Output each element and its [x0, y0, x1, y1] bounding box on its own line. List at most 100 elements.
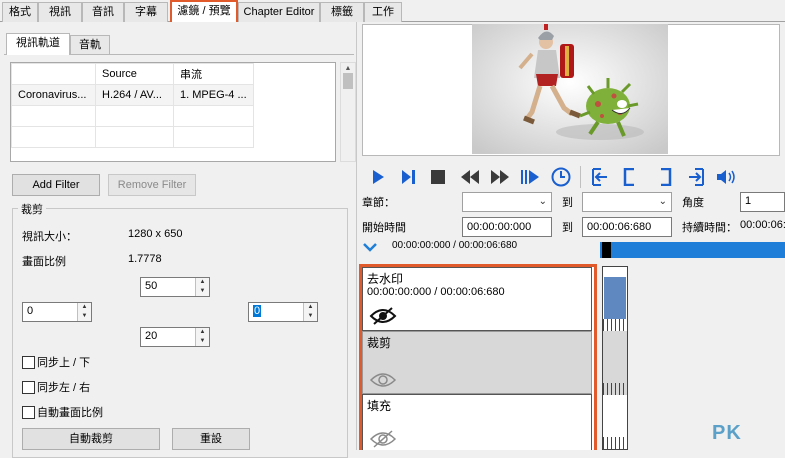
fast-forward-icon[interactable] [488, 165, 512, 189]
tab-format[interactable]: 格式 [2, 2, 38, 22]
checkbox-label: 同步左 / 右 [37, 382, 91, 394]
end-time-input[interactable]: 00:00:06:680 [582, 217, 672, 237]
tab-subtitle[interactable]: 字幕 [124, 2, 168, 22]
auto-crop-button[interactable]: 自動裁剪 [22, 428, 160, 450]
table-cell: H.264 / AV... [95, 84, 174, 106]
crop-bottom-stepper[interactable]: 20 ▲ ▼ [140, 327, 210, 347]
aspect-ratio-value: 1.7778 [128, 253, 162, 265]
eye-icon[interactable] [369, 370, 397, 393]
tab-label: 濾鏡 / 預覽 [177, 5, 231, 17]
column-header [11, 63, 96, 85]
tab-chapter-editor[interactable]: Chapter Editor [238, 2, 320, 22]
filter-card-pad[interactable]: 填充 [362, 394, 592, 450]
ruler-ticks [603, 383, 627, 395]
volume-icon[interactable] [714, 165, 738, 189]
ruler-ticks [603, 319, 627, 331]
chapter-end-select[interactable]: ⌄ [582, 192, 672, 212]
control-separator [580, 166, 581, 188]
filter-range-bar[interactable] [604, 277, 626, 319]
start-time-label: 開始時間 [362, 222, 406, 234]
column-header[interactable]: 串流 [173, 63, 254, 85]
filter-title: 填充 [367, 399, 392, 413]
chevron-down-icon: ⌄ [538, 196, 547, 207]
subtab-label: 音軌 [79, 39, 101, 51]
sync-left-right-checkbox[interactable]: 同步左 / 右 [22, 379, 90, 395]
set-start-marker-icon[interactable] [618, 165, 642, 189]
go-to-end-marker-icon[interactable] [684, 165, 708, 189]
step-forward-icon[interactable] [518, 165, 542, 189]
table-cell: 1. MPEG-4 ... [173, 84, 254, 106]
table-row [11, 105, 254, 127]
timeline-progress-bar[interactable] [600, 242, 785, 258]
to-label: 到 [562, 222, 573, 234]
tab-video[interactable]: 視訊 [38, 2, 82, 22]
crop-top-stepper[interactable]: 50 ▲ ▼ [140, 277, 210, 297]
stepper-down-icon[interactable]: ▼ [196, 337, 209, 346]
checkbox-box[interactable] [22, 355, 35, 369]
tab-label: 工作 [372, 6, 394, 18]
checkbox-label: 自動畫面比例 [37, 407, 103, 419]
table-row[interactable]: Coronavirus... H.264 / AV... 1. MPEG-4 .… [11, 84, 254, 106]
track-table-scrollbar[interactable]: ▲ [340, 62, 356, 162]
filter-card-watermark[interactable]: 去水印 00:00:00:000 / 00:00:06:680 [362, 267, 592, 331]
sync-top-bottom-checkbox[interactable]: 同步上 / 下 [22, 354, 90, 370]
filter-title: 去水印 [367, 272, 404, 286]
remove-filter-button[interactable]: Remove Filter [108, 174, 196, 196]
tab-jobs[interactable]: 工作 [364, 2, 402, 22]
set-end-marker-icon[interactable] [654, 165, 678, 189]
play-icon[interactable] [366, 165, 390, 189]
column-header[interactable]: Source [95, 63, 174, 85]
chevron-down-icon: ⌄ [658, 196, 667, 207]
play-next-frame-icon[interactable] [396, 165, 420, 189]
checkbox-box[interactable] [22, 405, 35, 419]
stepper-value: 0 [27, 305, 34, 317]
video-size-value: 1280 x 650 [128, 228, 183, 240]
timeline-playhead[interactable] [602, 242, 611, 258]
tab-audio[interactable]: 音訊 [82, 2, 124, 22]
reset-button[interactable]: 重設 [172, 428, 250, 450]
scroll-up-arrow-icon[interactable]: ▲ [343, 65, 353, 73]
tab-label: 格式 [9, 6, 31, 18]
stepper-up-icon[interactable]: ▲ [78, 303, 91, 312]
scrollbar-thumb[interactable] [343, 73, 353, 89]
add-filter-button[interactable]: Add Filter [12, 174, 100, 196]
stepper-down-icon[interactable]: ▼ [78, 312, 91, 321]
stepper-down-icon[interactable]: ▼ [196, 287, 209, 296]
timeline-time-readout: 00:00:00:000 / 00:00:06:680 [392, 240, 518, 251]
stepper-value: 0 [253, 305, 262, 317]
crop-left-stepper[interactable]: 0 ▲ ▼ [22, 302, 92, 322]
stepper-up-icon[interactable]: ▲ [304, 303, 317, 312]
subtab-label: 視訊軌道 [16, 37, 60, 49]
subtab-video-tracks[interactable]: 視訊軌道 [6, 33, 70, 55]
stepper-up-icon[interactable]: ▲ [196, 328, 209, 337]
ruler-ticks [603, 437, 627, 449]
chapter-start-select[interactable]: ⌄ [462, 192, 552, 212]
stepper-down-icon[interactable]: ▼ [304, 312, 317, 321]
clock-icon[interactable] [549, 165, 573, 189]
table-header-row: Source 串流 [11, 63, 254, 85]
go-to-start-marker-icon[interactable] [588, 165, 612, 189]
auto-aspect-checkbox[interactable]: 自動畫面比例 [22, 404, 103, 420]
tab-tags[interactable]: 標籤 [320, 2, 364, 22]
chapter-label: 章節： [362, 197, 395, 209]
tab-filter-preview[interactable]: 濾鏡 / 預覽 [170, 0, 238, 22]
stepper-up-icon[interactable]: ▲ [196, 278, 209, 287]
stepper-value: 20 [145, 330, 158, 342]
eye-slash-icon[interactable] [369, 429, 397, 452]
aspect-ratio-label: 畫面比例 [22, 256, 66, 268]
table-cell: Coronavirus... [11, 84, 96, 106]
checkbox-box[interactable] [22, 380, 35, 394]
to-label: 到 [562, 197, 573, 209]
expand-chevron-icon[interactable] [362, 238, 378, 254]
filter-card-crop[interactable]: 裁剪 [362, 331, 592, 394]
video-size-label: 視訊大小： [22, 231, 77, 243]
eye-slash-icon[interactable] [369, 306, 397, 329]
crop-right-stepper[interactable]: 0 ▲ ▼ [248, 302, 318, 322]
subtab-audio-tracks[interactable]: 音軌 [70, 35, 110, 55]
filter-timeline-track [602, 266, 628, 450]
stop-icon[interactable] [426, 165, 450, 189]
start-time-input[interactable]: 00:00:00:000 [462, 217, 552, 237]
angle-stepper[interactable]: 1 [740, 192, 785, 212]
rewind-icon[interactable] [458, 165, 482, 189]
track-table-panel: Source 串流 Coronavirus... H.264 / AV... 1… [10, 62, 336, 162]
